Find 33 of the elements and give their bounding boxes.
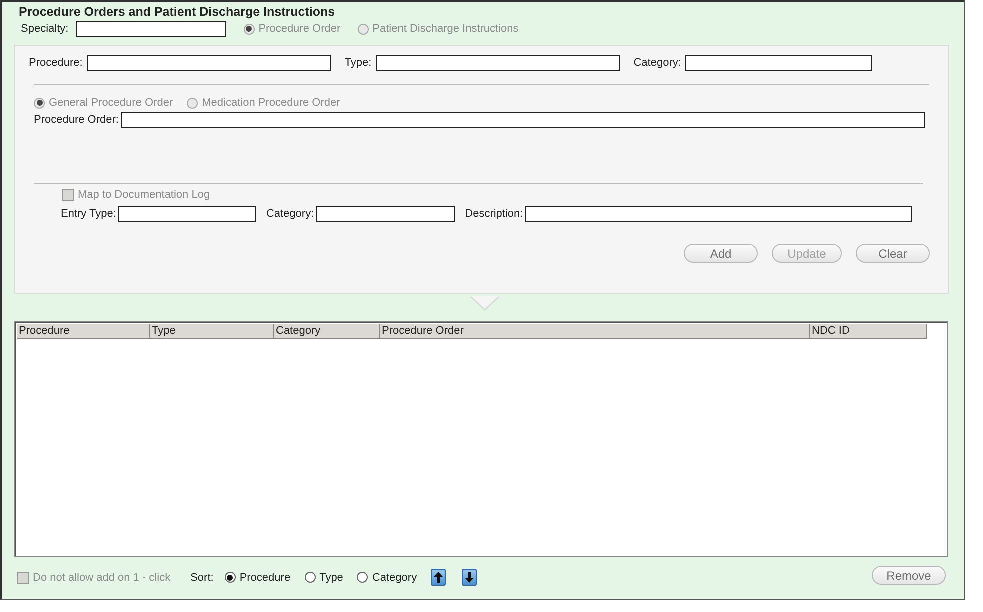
- dialog-title: Procedure Orders and Patient Discharge Instructions: [18, 5, 336, 19]
- sort-ascending-button[interactable]: [431, 569, 446, 586]
- field-label: Entry Type:: [61, 208, 116, 220]
- input-field[interactable]: [86, 55, 331, 71]
- field-label: Description:: [465, 208, 524, 220]
- input-field[interactable]: [118, 206, 256, 222]
- field-label: Category:: [634, 57, 682, 69]
- remove-button[interactable]: Remove: [872, 566, 946, 585]
- procedure-order-field[interactable]: [120, 112, 925, 128]
- arrow-up-icon: [434, 572, 444, 583]
- column-header[interactable]: NDC ID: [810, 324, 927, 339]
- field-label: Procedure Order:: [34, 114, 119, 126]
- field-label: Type:: [344, 57, 372, 69]
- arrow-down-icon: [465, 572, 474, 583]
- input-field[interactable]: [525, 206, 912, 222]
- sort-label: Sort:: [190, 572, 214, 584]
- input-field[interactable]: [316, 206, 456, 222]
- sort-option[interactable]: Category: [357, 572, 418, 584]
- field-label: Procedure:: [29, 57, 83, 69]
- action-button[interactable]: Clear: [856, 244, 930, 263]
- column-header[interactable]: Procedure Order: [380, 324, 810, 339]
- action-button[interactable]: Add: [684, 244, 758, 263]
- specialty-field[interactable]: [76, 21, 226, 37]
- input-field[interactable]: [376, 55, 620, 71]
- column-header[interactable]: Type: [150, 324, 274, 339]
- sort-descending-button[interactable]: [462, 569, 478, 586]
- sort-option[interactable]: Procedure: [224, 572, 291, 584]
- field-label: Category:: [266, 208, 314, 220]
- field-label: Specialty:: [21, 23, 69, 35]
- column-header[interactable]: Category: [274, 324, 380, 339]
- sort-option[interactable]: Type: [304, 572, 344, 584]
- column-header[interactable]: Procedure: [17, 324, 150, 339]
- input-field[interactable]: [685, 55, 872, 71]
